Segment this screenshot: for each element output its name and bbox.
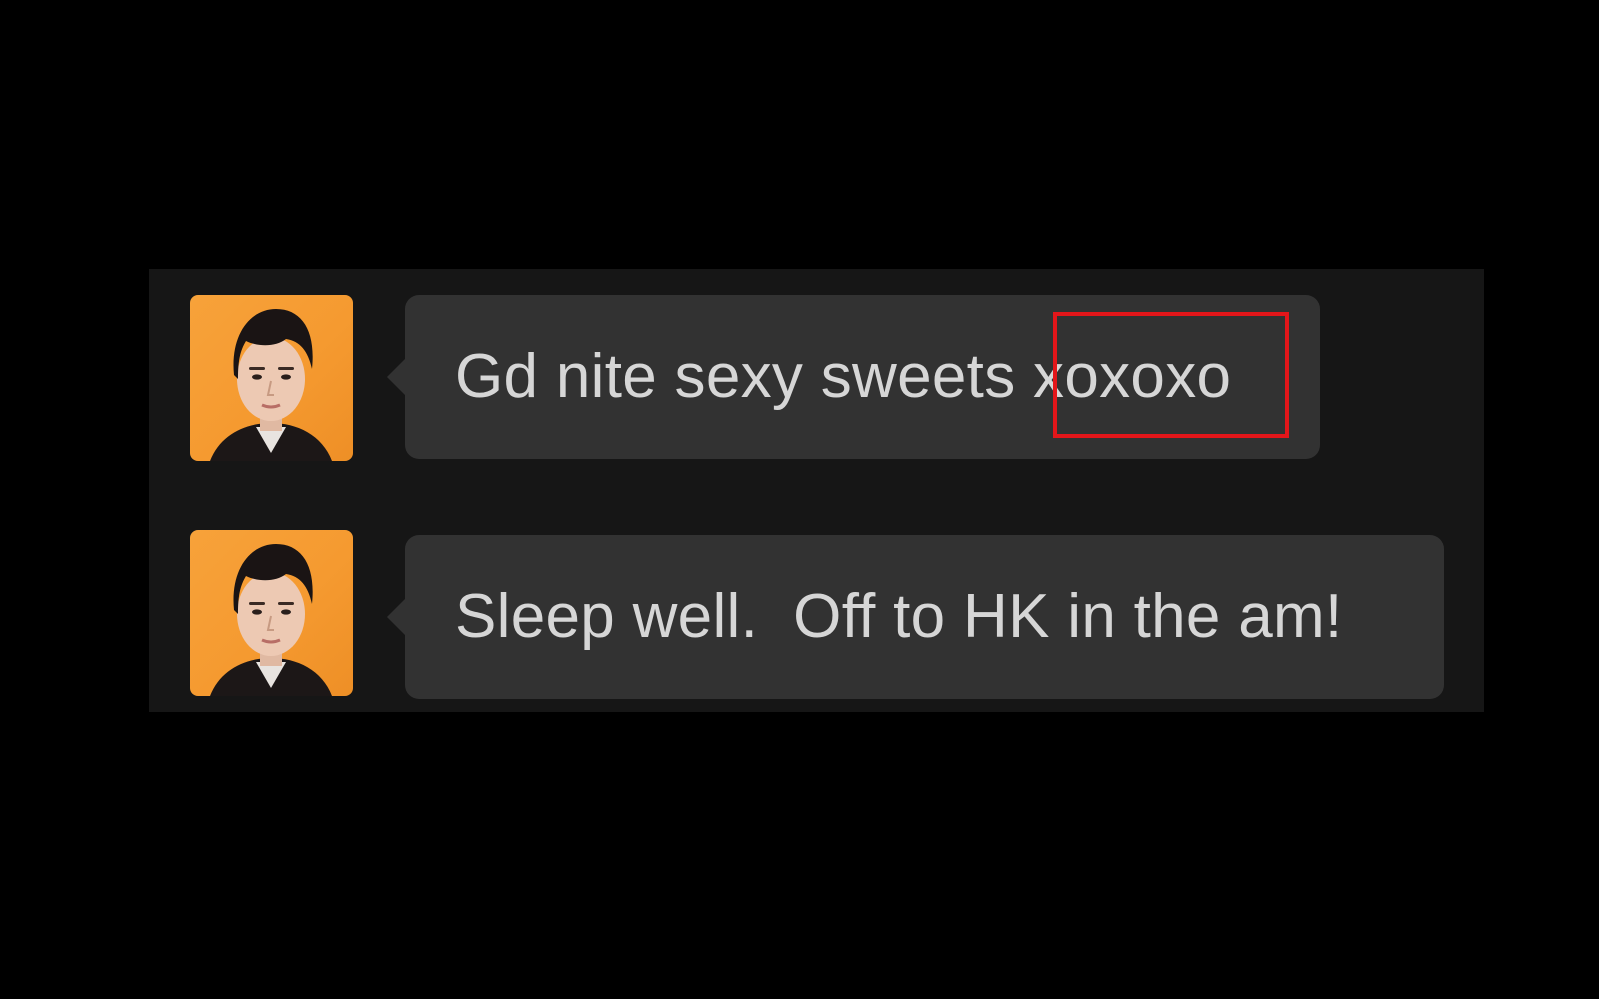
message-bubble[interactable]: Sleep well. Off to HK in the am! [387,535,1444,699]
message-row: Sleep well. Off to HK in the am! [149,530,1484,699]
message-text: Sleep well. Off to HK in the am! [455,582,1343,651]
highlight-annotation-box [1053,312,1289,438]
chat-panel: Gd nite sexy sweets xoxoxo Sleep well. O… [149,269,1484,712]
bubble-tail [387,359,405,395]
person-avatar-icon [210,544,332,696]
person-avatar-icon [210,309,332,461]
message-text-main: Gd nite sexy sweets [455,342,1034,411]
message-row: Gd nite sexy sweets xoxoxo [149,295,1484,461]
sender-avatar[interactable] [190,295,353,461]
sender-avatar[interactable] [190,530,353,696]
bubble-tail [387,599,405,635]
message-bubble[interactable]: Gd nite sexy sweets xoxoxo [387,295,1320,459]
